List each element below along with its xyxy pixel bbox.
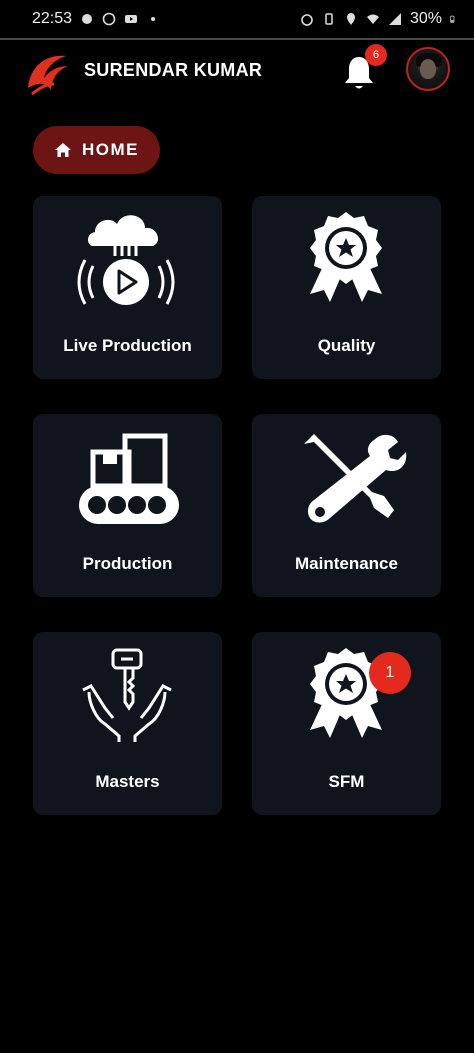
notification-app-icon [82,14,93,24]
tile-label: Quality [317,336,376,355]
home-icon [55,143,71,157]
wrench-screwdriver-icon [304,434,407,523]
brand-logo [28,55,68,96]
hands-key-icon [82,648,172,742]
user-name: SURENDAR KUMAR [84,60,263,80]
cloud-play-icon [77,215,175,305]
wifi-icon [366,14,379,24]
tile-label: Maintenance [295,554,398,573]
status-time: 22:53 [32,10,73,27]
battery-icon [450,15,455,23]
tile-quality[interactable]: Quality [252,196,441,379]
conveyor-icon [79,433,179,524]
battery-percentage: 30% [409,10,442,27]
tile-label: Masters [95,772,160,791]
tile-masters[interactable]: Masters [33,632,222,815]
app-header: SURENDAR KUMAR [0,40,474,110]
status-bar-left: 22:53 [32,10,160,28]
status-bar-right: 30% [300,10,458,28]
signal-icon [388,13,401,25]
notification-badge: 6 [365,44,387,66]
tile-production[interactable]: Production [33,414,222,597]
vibrate-icon [325,13,333,25]
tile-label: Live Production [63,336,192,355]
tile-sfm[interactable]: 1 SFM [252,632,441,815]
avatar[interactable] [406,47,450,91]
tile-maintenance[interactable]: Maintenance [252,414,441,597]
tile-live-production[interactable]: Live Production [33,196,222,379]
sfm-notification-badge: 1 [369,652,411,694]
youtube-icon [125,15,138,23]
tile-label: SFM [328,772,365,791]
status-bar: 22:53 30% [0,0,474,38]
award-badge-icon [310,648,382,738]
dot-icon [151,17,156,21]
home-button-label: HOME [82,140,139,159]
location-icon [346,13,355,25]
tile-label: Production [82,554,173,573]
alarm-icon [301,14,313,26]
home-button[interactable]: HOME [33,126,160,174]
award-badge-icon [310,212,382,302]
whatsapp-icon [102,12,116,26]
